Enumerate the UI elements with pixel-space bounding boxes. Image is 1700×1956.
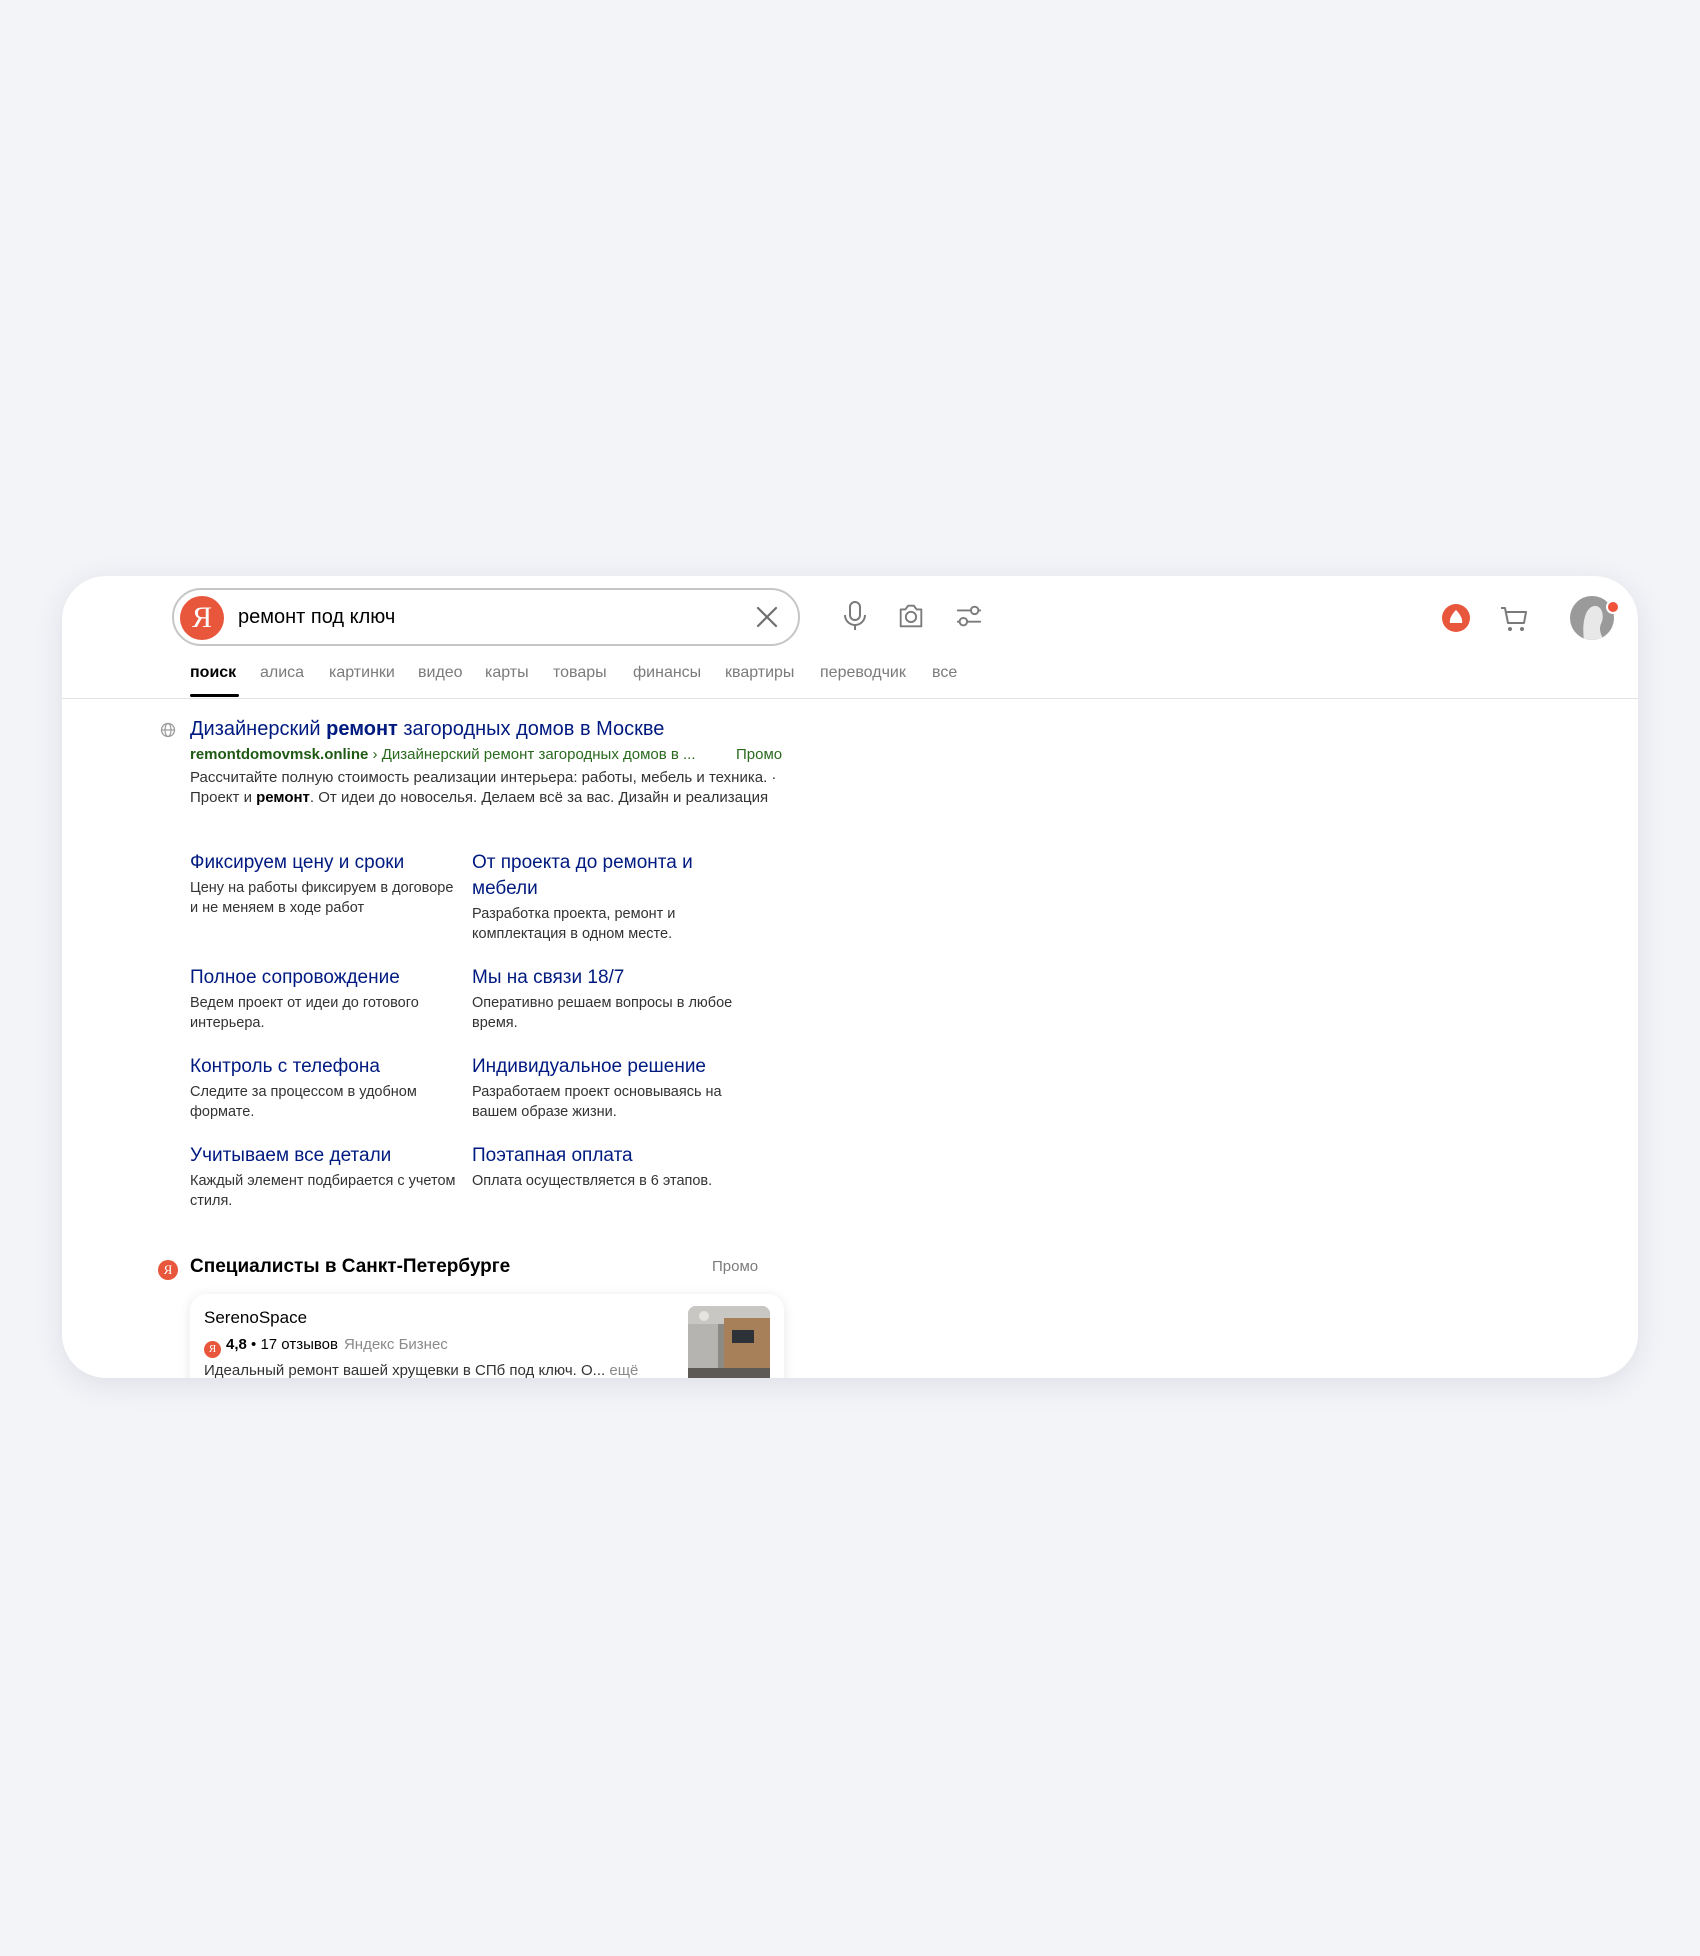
sitelink-desc: Следите за процессом в удобном формате.	[190, 1084, 417, 1120]
tab-products[interactable]: товары	[553, 664, 607, 682]
interior-photo	[688, 1306, 770, 1378]
sitelink[interactable]: Полное сопровождение Ведем проект от иде…	[190, 965, 460, 1033]
result-snippet: Рассчитайте полную стоимость реализации …	[190, 769, 777, 806]
tab-video[interactable]: видео	[418, 664, 463, 682]
tab-translator[interactable]: переводчик	[820, 664, 906, 682]
alice-icon[interactable]	[1442, 604, 1470, 632]
business-card[interactable]: SerenoSpace Я 4,8 • 17 отзывов Яндекс Бизн…	[190, 1294, 784, 1378]
yandex-small-logo: Я	[158, 1260, 178, 1280]
sitelink[interactable]: Учитываем все детали Каждый элемент подб…	[190, 1143, 460, 1211]
globe-icon	[160, 722, 176, 738]
business-name[interactable]: SerenoSpace	[204, 1308, 307, 1328]
active-tab-indicator	[190, 694, 239, 697]
filters-icon[interactable]	[954, 600, 984, 632]
sitelink[interactable]: Индивидуальное решение Разработаем проек…	[472, 1054, 742, 1122]
sitelink[interactable]: От проекта до ремонта и мебели Разработк…	[472, 850, 742, 944]
sitelink-title[interactable]: Контроль с телефона	[190, 1054, 460, 1080]
sitelink[interactable]: Поэтапная оплата Оплата осуществляется в…	[472, 1143, 742, 1191]
cart-icon[interactable]	[1498, 602, 1530, 634]
result-url[interactable]: remontdomovmsk.online › Дизайнерский рем…	[190, 746, 696, 763]
sitelink-desc: Ведем проект от идеи до готового интерье…	[190, 995, 419, 1031]
reviews-count[interactable]: 17 отзывов	[260, 1336, 338, 1353]
sitelink-desc: Каждый элемент подбирается с учетом стил…	[190, 1173, 456, 1209]
header-divider	[62, 698, 1638, 699]
business-source: Яндекс Бизнес	[343, 1336, 448, 1353]
sitelink[interactable]: Контроль с телефона Следите за процессом…	[190, 1054, 460, 1122]
clear-search-button[interactable]	[754, 604, 780, 630]
sitelink-desc: Разработка проекта, ремонт и комплектаци…	[472, 906, 676, 942]
notification-dot	[1606, 600, 1620, 614]
camera-search-icon[interactable]	[896, 600, 926, 632]
sitelink-desc: Цену на работы фиксируем в договоре и не…	[190, 880, 454, 916]
sitelink-title[interactable]: От проекта до ремонта и мебели	[472, 850, 742, 902]
search-bar[interactable]: Я ремонт под ключ	[172, 588, 800, 646]
business-description: Идеальный ремонт вашей хрущевки в СПб по…	[204, 1362, 639, 1378]
result-title-link[interactable]: Дизайнерский ремонт загородных домов в М…	[190, 718, 664, 741]
sitelink[interactable]: Мы на связи 18/7 Оперативно решаем вопро…	[472, 965, 742, 1033]
search-input[interactable]: ремонт под ключ	[238, 606, 395, 629]
promo-label: Промо	[712, 1258, 759, 1275]
sitelink-title[interactable]: Мы на связи 18/7	[472, 965, 742, 991]
specialists-title: Специалисты в Санкт-Петербурге	[190, 1256, 511, 1277]
tab-finance[interactable]: финансы	[633, 664, 701, 682]
tab-maps[interactable]: карты	[485, 664, 529, 682]
sitelink-desc: Разработаем проект основываясь на вашем …	[472, 1084, 722, 1120]
browser-window: Я ремонт под ключ поиск алиса картинки в…	[62, 576, 1638, 1378]
more-link[interactable]: ещё	[609, 1362, 638, 1378]
microphone-icon[interactable]	[840, 600, 870, 632]
yandex-rating-icon: Я	[204, 1341, 221, 1358]
yandex-logo[interactable]: Я	[180, 596, 224, 640]
promo-label: Промо	[736, 746, 783, 763]
sitelink-desc: Оперативно решаем вопросы в любое время.	[472, 995, 733, 1031]
sitelink-title[interactable]: Полное сопровождение	[190, 965, 460, 991]
tab-search[interactable]: поиск	[190, 664, 236, 682]
sitelink-title[interactable]: Поэтапная оплата	[472, 1143, 742, 1169]
business-rating-row: Я 4,8 • 17 отзывов Яндекс Бизнес	[204, 1336, 448, 1358]
business-photo[interactable]	[688, 1306, 770, 1378]
rating-separator: •	[246, 1336, 261, 1353]
tab-apartments[interactable]: квартиры	[725, 664, 794, 682]
tab-all[interactable]: все	[932, 664, 957, 682]
sitelink-title[interactable]: Индивидуальное решение	[472, 1054, 742, 1080]
tab-images[interactable]: картинки	[329, 664, 395, 682]
rating-value: 4,8	[226, 1336, 247, 1353]
tab-alice[interactable]: алиса	[260, 664, 304, 682]
sitelink[interactable]: Фиксируем цену и сроки Цену на работы фи…	[190, 850, 460, 918]
sitelink-title[interactable]: Фиксируем цену и сроки	[190, 850, 460, 876]
sitelink-desc: Оплата осуществляется в 6 этапов.	[472, 1173, 713, 1189]
sitelink-title[interactable]: Учитываем все детали	[190, 1143, 460, 1169]
